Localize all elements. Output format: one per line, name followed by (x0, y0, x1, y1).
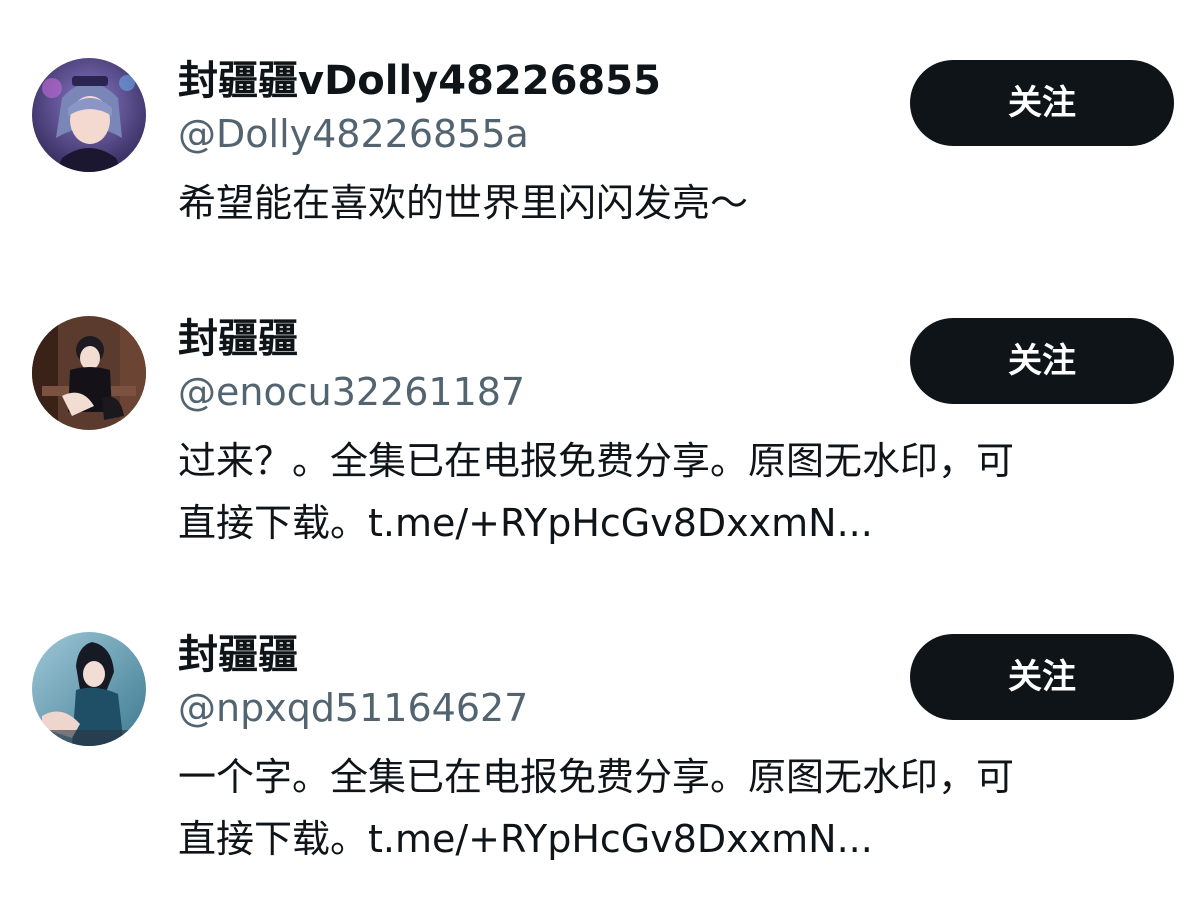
follow-button[interactable]: 关注 (910, 318, 1174, 404)
user-bio: 一个字。全集已在电报免费分享。原图无水印，可 直接下载。t.me/+RYpHcG… (178, 746, 1168, 870)
avatar[interactable] (32, 632, 146, 746)
user-handle[interactable]: @npxqd51164627 (178, 686, 528, 730)
user-bio: 过来？。全集已在电报免费分享。原图无水印，可 直接下载。t.me/+RYpHcG… (178, 430, 1168, 554)
display-name[interactable]: 封疆疆vDolly48226855 (178, 58, 661, 104)
bio-line: 过来？。全集已在电报免费分享。原图无水印，可 (178, 439, 1015, 483)
follow-button[interactable]: 关注 (910, 60, 1174, 146)
avatar[interactable] (32, 58, 146, 172)
bio-line: 希望能在喜欢的世界里闪闪发亮～ (178, 181, 749, 225)
user-card[interactable]: 封疆疆 @npxqd51164627 一个字。全集已在电报免费分享。原图无水印，… (0, 632, 1200, 882)
bio-line: 直接下载。t.me/+RYpHcGv8DxxmN... (178, 501, 873, 545)
bio-line: 直接下载。t.me/+RYpHcGv8DxxmN... (178, 817, 873, 861)
avatar[interactable] (32, 316, 146, 430)
user-handle[interactable]: @Dolly48226855a (178, 112, 529, 156)
display-name[interactable]: 封疆疆 (178, 632, 298, 678)
user-card[interactable]: 封疆疆vDolly48226855 @Dolly48226855a 希望能在喜欢… (0, 58, 1200, 238)
bio-line: 一个字。全集已在电报免费分享。原图无水印，可 (178, 755, 1015, 799)
follow-button[interactable]: 关注 (910, 634, 1174, 720)
display-name[interactable]: 封疆疆 (178, 316, 298, 362)
user-handle[interactable]: @enocu32261187 (178, 370, 525, 414)
user-card[interactable]: 封疆疆 @enocu32261187 过来？。全集已在电报免费分享。原图无水印，… (0, 316, 1200, 566)
user-bio: 希望能在喜欢的世界里闪闪发亮～ (178, 172, 1168, 234)
